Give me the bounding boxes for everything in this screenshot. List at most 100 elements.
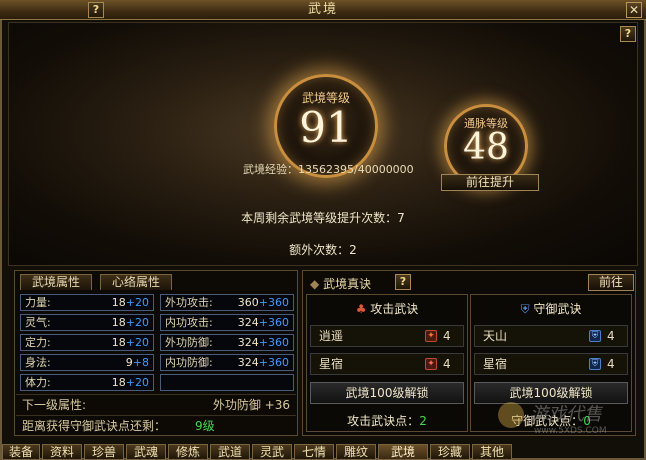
stat-row: 灵气: 18+20: [20, 314, 154, 331]
defense-item-name: 天山: [483, 329, 508, 343]
attack-item-name: 星宿: [319, 357, 344, 371]
stat-name: 外功防御:: [165, 336, 213, 349]
tab-profile[interactable]: 资料: [42, 444, 82, 460]
tab-xinluo-attr[interactable]: 心络属性: [100, 274, 172, 290]
stat-bonus: +20: [125, 296, 149, 309]
weekly-upgrade-text: 本周剩余武境等级提升次数：7: [241, 211, 405, 225]
attack-item-row[interactable]: 星宿 ✦ 4: [310, 353, 464, 375]
stat-bonus: +20: [125, 316, 149, 329]
tab-lingwu[interactable]: 灵武: [252, 444, 292, 460]
attack-item-row[interactable]: 逍遥 ✦ 4: [310, 325, 464, 347]
attack-item-count: 4: [443, 329, 451, 343]
attack-points-label: 攻击武诀点：: [347, 414, 420, 428]
true-art-goto-button[interactable]: 前往: [588, 274, 634, 291]
tab-wujing-attr[interactable]: 武境属性: [20, 274, 92, 290]
stat-row: 力量: 18+20: [20, 294, 154, 311]
attack-unlock-slot: 武境100级解锁: [310, 382, 464, 404]
stat-name: 灵气:: [25, 316, 51, 329]
attack-item-count: 4: [443, 357, 451, 371]
stat-base: 324: [237, 356, 259, 369]
tab-other[interactable]: 其他: [472, 444, 512, 460]
extra-count-text: 额外次数：2: [289, 243, 357, 257]
defense-title: 守御武诀: [533, 302, 582, 316]
stat-bonus: +360: [258, 336, 289, 349]
defense-item-count: 4: [607, 357, 615, 371]
tab-diaowen[interactable]: 雕纹: [336, 444, 376, 460]
close-button[interactable]: ✕: [626, 2, 642, 18]
stat-name: 体力:: [25, 376, 51, 389]
next-level-value: 外功防御 +36: [212, 398, 290, 412]
stat-row: 内功防御: 324+360: [160, 354, 294, 371]
attack-points-row: 攻击武诀点：2: [306, 412, 468, 429]
meridian-value: 48: [463, 127, 509, 168]
attack-title: 攻击武诀: [370, 302, 419, 316]
stat-row: 外功防御: 324+360: [160, 334, 294, 351]
watermark-text: 游戏代售: [530, 404, 602, 425]
stat-name: 内功防御:: [165, 356, 213, 369]
diamond-icon: ◆: [310, 277, 320, 291]
level-value: 91: [299, 103, 353, 152]
stat-row: 身法: 9+8: [20, 354, 154, 371]
stat-base: 360: [237, 296, 259, 309]
watermark-url: www.5XDS.COM: [534, 426, 607, 436]
stat-base: 324: [237, 316, 259, 329]
stat-row: 内功攻击: 324+360: [160, 314, 294, 331]
next-level-row: 下一级属性: 外功防御 +36: [16, 394, 296, 414]
stat-base: 324: [237, 336, 259, 349]
distance-value: 9级: [195, 419, 215, 433]
stat-base: 18: [111, 316, 126, 329]
attack-icon: ♣: [355, 302, 367, 316]
tab-qiqing[interactable]: 七情: [294, 444, 334, 460]
window-title: 武境: [307, 2, 338, 17]
defense-skill-icon: ⛨: [589, 330, 601, 342]
stat-bonus: +360: [258, 356, 289, 369]
stat-base: 18: [111, 376, 126, 389]
exp-text: 武境经验：13562395/40000000: [243, 163, 414, 176]
stat-name: 定力:: [25, 336, 51, 349]
true-art-help-icon[interactable]: ?: [395, 274, 411, 290]
true-art-title-row: ◆ 武境真诀: [310, 275, 371, 292]
distance-row: 距离获得守御武诀点还剩： 9级: [16, 415, 296, 435]
tab-wuhun[interactable]: 武魂: [126, 444, 166, 460]
tab-collection[interactable]: 珍藏: [430, 444, 470, 460]
stat-bonus: +360: [258, 316, 289, 329]
defense-item-name: 星宿: [483, 357, 508, 371]
attack-skill-icon: ✦: [425, 358, 437, 370]
attack-points-value: 2: [419, 414, 427, 428]
true-art-title: 武境真诀: [323, 277, 372, 291]
help-icon-2[interactable]: ?: [620, 26, 636, 42]
tab-equip[interactable]: 装备: [2, 444, 40, 460]
stat-name: 外功攻击:: [165, 296, 213, 309]
stat-name: 内功攻击:: [165, 316, 213, 329]
tab-pet[interactable]: 珍兽: [84, 444, 124, 460]
tab-cultivate[interactable]: 修炼: [168, 444, 208, 460]
stat-bonus: +8: [132, 356, 149, 369]
defense-item-count: 4: [607, 329, 615, 343]
attack-item-name: 逍遥: [319, 329, 344, 343]
help-icon[interactable]: ?: [88, 2, 104, 18]
next-level-label: 下一级属性:: [22, 398, 87, 412]
defense-item-row[interactable]: 星宿 ⛨ 4: [474, 353, 628, 375]
stat-row: 定力: 18+20: [20, 334, 154, 351]
defense-item-row[interactable]: 天山 ⛨ 4: [474, 325, 628, 347]
watermark: 游戏代售 www.5XDS.COM: [494, 400, 644, 440]
stat-bonus: +20: [125, 376, 149, 389]
tab-wujing[interactable]: 武境: [378, 444, 428, 460]
stat-base: 18: [111, 336, 126, 349]
defense-skill-icon: ⛨: [589, 358, 601, 370]
distance-text: 距离获得守御武诀点还剩：: [22, 419, 167, 433]
stat-bonus: +20: [125, 336, 149, 349]
stat-name: 力量:: [25, 296, 51, 309]
attack-skill-icon: ✦: [425, 330, 437, 342]
stat-row: 外功攻击: 360+360: [160, 294, 294, 311]
tab-wudao[interactable]: 武道: [210, 444, 250, 460]
stat-base: 9: [125, 356, 133, 369]
attack-title-row: ♣ 攻击武诀: [306, 300, 468, 317]
stat-row: 体力: 18+20: [20, 374, 154, 391]
watermark-logo-icon: [498, 402, 524, 428]
defense-title-row: ⛨ 守御武诀: [470, 300, 632, 317]
stat-row-empty: [160, 374, 294, 391]
stat-bonus: +360: [258, 296, 289, 309]
shield-icon: ⛨: [520, 302, 530, 316]
goto-upgrade-button[interactable]: 前往提升: [441, 174, 539, 191]
